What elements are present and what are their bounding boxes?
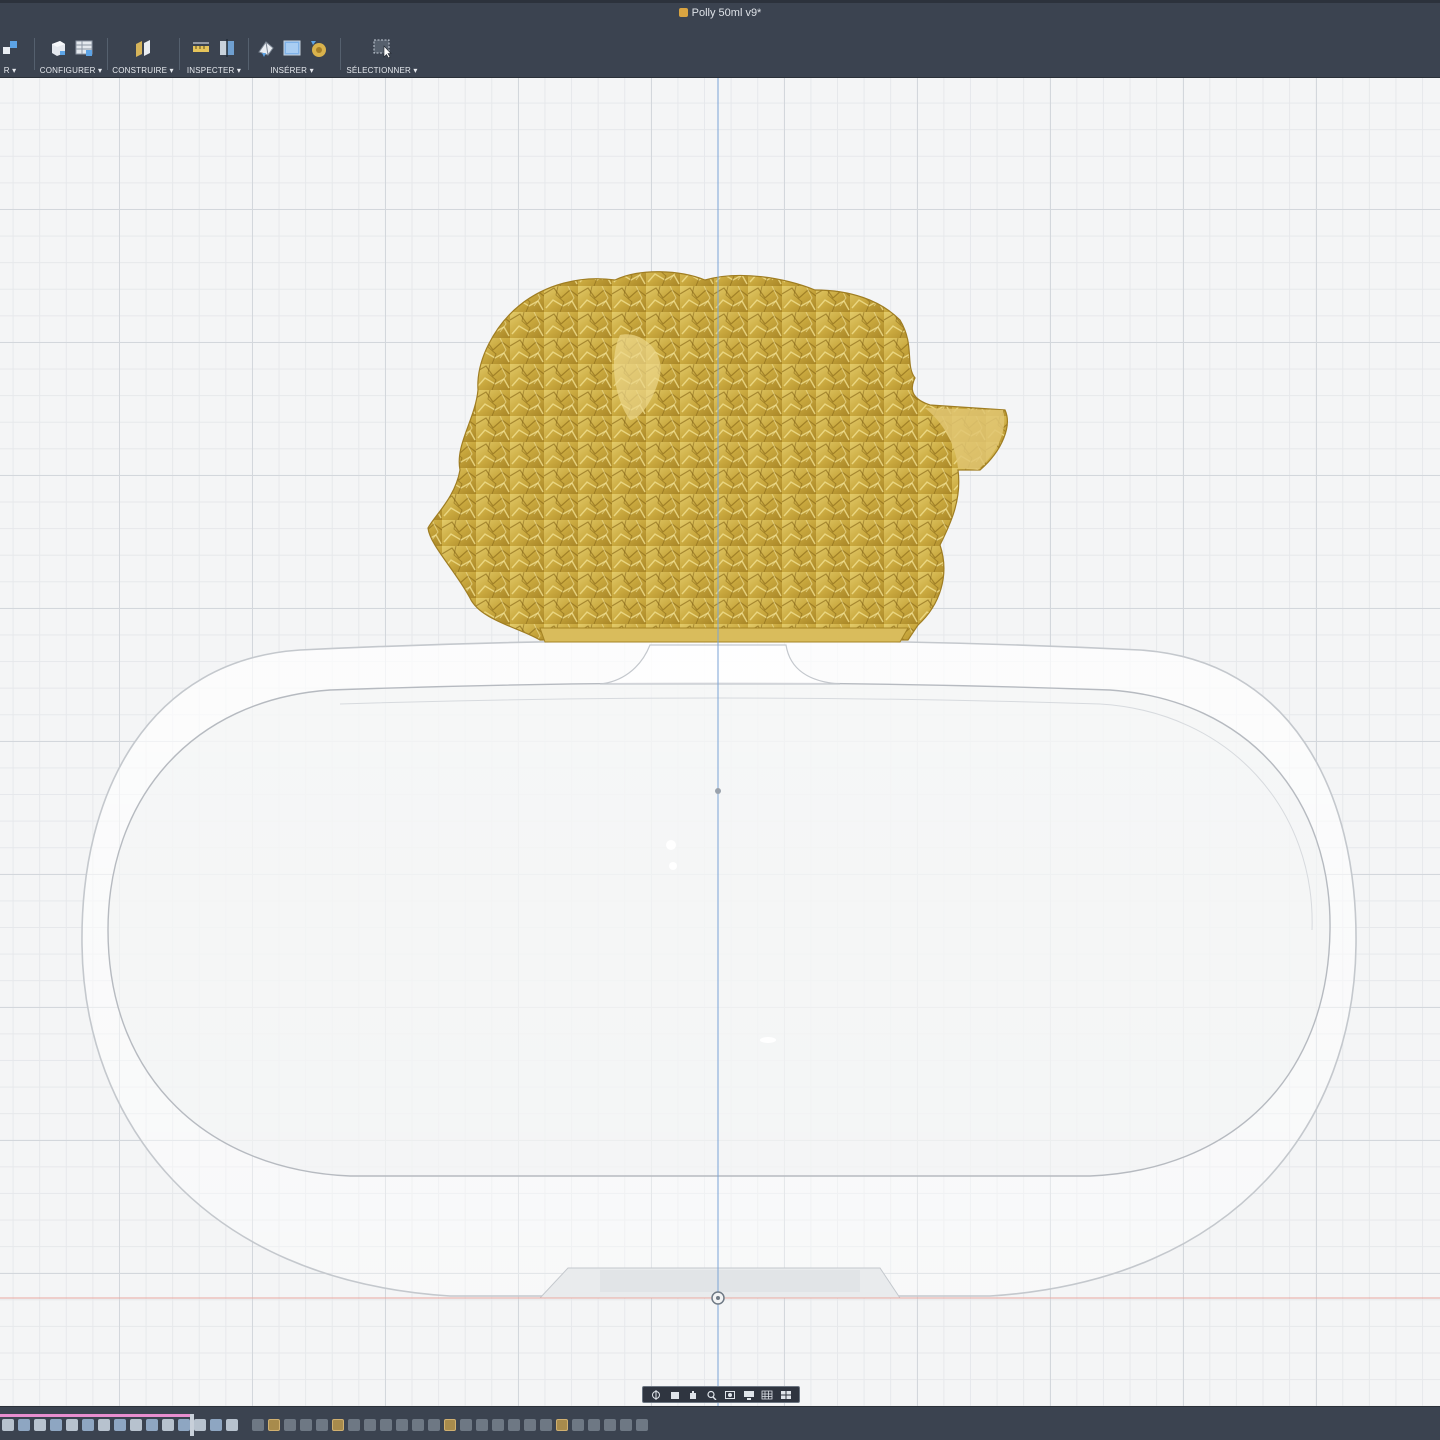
toolbar-separator [248,38,249,70]
timeline-feature[interactable] [476,1419,488,1431]
timeline-feature[interactable] [364,1419,376,1431]
fit-icon[interactable] [724,1390,736,1400]
timeline-feature[interactable] [572,1419,584,1431]
timeline-feature[interactable] [412,1419,424,1431]
timeline-feature[interactable] [18,1419,30,1431]
toolbar-separator [34,38,35,70]
timeline-feature[interactable] [636,1419,648,1431]
toolbar-group-label: CONFIGURER ▾ [39,66,103,75]
timeline-feature[interactable] [178,1419,190,1431]
title-bar: Polly 50ml v9* [0,0,1440,28]
timeline-feature[interactable] [82,1419,94,1431]
timeline-feature[interactable] [226,1419,238,1431]
insert-mesh-icon[interactable] [256,38,276,58]
timeline-feature[interactable] [146,1419,158,1431]
toolbar-group-inspecter[interactable]: INSPECTER ▾ [182,32,246,76]
document-icon [678,8,688,17]
timeline-feature[interactable] [268,1419,280,1431]
timeline-feature[interactable] [130,1419,142,1431]
toolbar-group-label: INSÉRER ▾ [270,66,314,75]
toolbar-group-label: R ▾ [3,66,17,75]
timeline-feature[interactable] [396,1419,408,1431]
grid-settings-icon[interactable] [761,1390,773,1400]
toolbar-group-label: CONSTRUIRE ▾ [112,66,174,75]
model-render [0,78,1440,1406]
toolbar-group-inserer[interactable]: INSÉRER ▾ [252,32,332,76]
toolbar-group-label: INSPECTER ▾ [186,66,242,75]
box-icon[interactable] [48,38,68,58]
timeline-feature[interactable] [284,1419,296,1431]
timeline-feature[interactable] [300,1419,312,1431]
toolbar-separator [107,38,108,70]
bottle-body[interactable] [81,639,1357,1299]
ribbon-toolbar: R ▾ CONFIGURER ▾ CONSTRUIRE ▾ INSPECTER … [0,28,1440,78]
timeline-feature[interactable] [460,1419,472,1431]
timeline-feature[interactable] [98,1419,110,1431]
timeline-feature[interactable] [332,1419,344,1431]
look-at-icon[interactable] [669,1390,681,1400]
3d-viewport[interactable] [0,78,1440,1406]
toolbar-group-selectionner[interactable]: SÉLECTIONNER ▾ [346,32,418,76]
timeline-feature[interactable] [588,1419,600,1431]
timeline-marker[interactable] [190,1414,194,1436]
toolbar-separator [179,38,180,70]
timeline-feature[interactable] [34,1419,46,1431]
timeline-feature[interactable] [540,1419,552,1431]
orbit-icon[interactable] [650,1389,662,1400]
timeline-feature[interactable] [194,1419,206,1431]
timeline-feature[interactable] [50,1419,62,1431]
toolbar-group-create[interactable]: R ▾ [0,32,30,76]
document-title: Polly 50ml v9* [0,7,1440,19]
timeline-feature[interactable] [380,1419,392,1431]
create-sketch-icon[interactable] [0,38,20,58]
timeline-feature[interactable] [210,1419,222,1431]
timeline-feature[interactable] [114,1419,126,1431]
zoom-icon[interactable] [706,1390,718,1400]
timeline-feature[interactable] [604,1419,616,1431]
toolbar-group-construire[interactable]: CONSTRUIRE ▾ [110,32,176,76]
fusion-app-window: Polly 50ml v9* R ▾ CONFIGURER ▾ CONSTRUI… [0,0,1440,1440]
timeline-feature[interactable] [316,1419,328,1431]
timeline-feature[interactable] [2,1419,14,1431]
toolbar-separator [340,38,341,70]
timeline-feature[interactable] [556,1419,568,1431]
timeline-progress-bar [0,1414,193,1417]
timeline-feature[interactable] [162,1419,174,1431]
timeline-feature[interactable] [444,1419,456,1431]
toolbar-group-label: SÉLECTIONNER ▾ [346,66,418,75]
decal-icon[interactable] [282,38,302,58]
timeline[interactable] [0,1406,1440,1440]
timeline-spacer [242,1419,248,1435]
timeline-feature[interactable] [492,1419,504,1431]
display-settings-icon[interactable] [743,1390,755,1400]
timeline-items [2,1419,648,1435]
timeline-feature[interactable] [428,1419,440,1431]
offset-plane-icon[interactable] [133,38,153,58]
insert-mcmaster-icon[interactable] [308,38,328,58]
document-title-text: Polly 50ml v9* [691,7,762,19]
navigation-bar [642,1386,800,1403]
timeline-feature[interactable] [524,1419,536,1431]
viewports-icon[interactable] [780,1390,792,1400]
timeline-feature[interactable] [252,1419,264,1431]
select-window-icon[interactable] [372,38,392,58]
timeline-feature[interactable] [348,1419,360,1431]
measure-icon[interactable] [191,38,211,58]
pan-icon[interactable] [687,1390,699,1400]
timeline-feature[interactable] [620,1419,632,1431]
table-parameters-icon[interactable] [74,38,94,58]
section-analysis-icon[interactable] [217,38,237,58]
center-point [715,788,721,794]
timeline-feature[interactable] [508,1419,520,1431]
toolbar-group-configurer[interactable]: CONFIGURER ▾ [38,32,104,76]
timeline-feature[interactable] [66,1419,78,1431]
